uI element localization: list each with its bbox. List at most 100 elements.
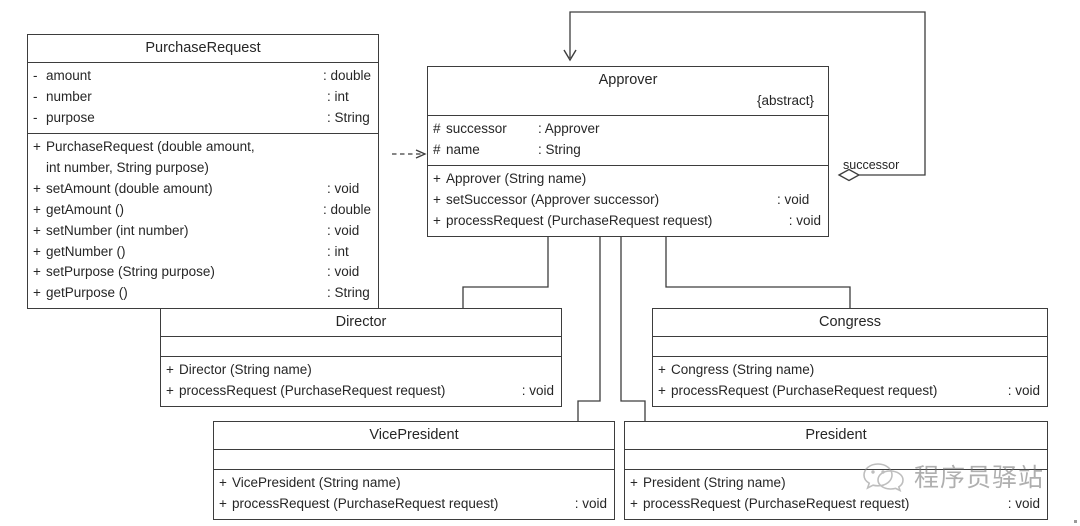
visibility-marker: # — [433, 141, 441, 157]
operation-row: + Congress (String name) — [653, 360, 1047, 381]
operation-row: + processRequest (PurchaseRequest reques… — [653, 381, 1047, 402]
class-box-purchase-request[interactable]: PurchaseRequest - amount double - number… — [27, 34, 379, 310]
attribute-type: String — [538, 140, 582, 161]
operation-signature: PurchaseRequest (double amount, — [46, 138, 255, 154]
operation-signature: processRequest (PurchaseRequest request) — [643, 496, 910, 512]
operations-compartment-purchase-request: + PurchaseRequest (double amount, int nu… — [28, 134, 378, 308]
corner-marker — [1074, 520, 1077, 523]
operation-return-type: void — [317, 262, 371, 283]
class-name-purchase-request: PurchaseRequest — [28, 35, 378, 64]
attribute-row: # successor Approver — [428, 119, 828, 140]
operation-row: + getPurpose () String — [28, 283, 378, 304]
attributes-compartment-president — [625, 450, 1047, 471]
class-name-vice-president: VicePresident — [214, 422, 614, 451]
visibility-marker: + — [219, 475, 227, 491]
class-box-president[interactable]: President + President (String name) + pr… — [624, 421, 1048, 520]
operation-return-type: String — [317, 283, 371, 304]
operation-return-type: void — [512, 381, 554, 402]
operation-return-type: void — [998, 381, 1040, 402]
attribute-row: - amount double — [28, 66, 378, 87]
visibility-marker: + — [33, 264, 41, 280]
visibility-marker: + — [33, 201, 41, 217]
attribute-name: amount — [46, 68, 92, 84]
operation-row: + VicePresident (String name) — [214, 473, 614, 494]
operation-return-type: int — [317, 242, 371, 263]
operation-row: + processRequest (PurchaseRequest reques… — [161, 381, 561, 402]
operation-row: + President (String name) — [625, 473, 1047, 494]
operation-signature: VicePresident (String name) — [232, 475, 401, 491]
attribute-name: successor — [446, 121, 507, 136]
operation-return-type: double — [313, 200, 371, 221]
visibility-marker: + — [166, 362, 174, 378]
operation-row: + setPurpose (String purpose) void — [28, 262, 378, 283]
operation-row: + getAmount () double — [28, 200, 378, 221]
class-box-director[interactable]: Director + Director (String name) + proc… — [160, 308, 562, 407]
visibility-marker: + — [33, 138, 41, 154]
operation-row: + getNumber () int — [28, 242, 378, 263]
operation-signature: President (String name) — [643, 475, 786, 491]
attribute-row: - purpose String — [28, 108, 378, 129]
visibility-marker: + — [433, 191, 441, 207]
operation-row: + setSuccessor (Approver successor) void — [428, 190, 828, 211]
class-box-vice-president[interactable]: VicePresident + VicePresident (String na… — [213, 421, 615, 520]
attribute-type: Approver — [538, 119, 600, 140]
visibility-marker: + — [33, 285, 41, 301]
attributes-compartment-congress — [653, 337, 1047, 358]
attribute-type: double — [313, 66, 371, 87]
visibility-marker: + — [658, 362, 666, 378]
operation-signature: processRequest (PurchaseRequest request) — [671, 383, 938, 399]
visibility-marker: + — [33, 222, 41, 238]
edge-generalization-president-approver — [612, 220, 646, 421]
operation-signature-continued: int number, String purpose) — [46, 159, 209, 175]
operation-signature: Approver (String name) — [446, 170, 587, 186]
operation-signature: setNumber (int number) — [46, 222, 189, 238]
operation-signature: Congress (String name) — [671, 362, 815, 378]
operation-signature: getNumber () — [46, 243, 126, 259]
attribute-name: purpose — [46, 109, 95, 125]
operation-row: + processRequest (PurchaseRequest reques… — [625, 494, 1047, 515]
operation-return-type: void — [565, 494, 607, 515]
uml-class-diagram: successor PurchaseRequest - amount doubl… — [0, 0, 1080, 526]
operation-signature: getPurpose () — [46, 285, 128, 301]
operation-return-type: void — [767, 190, 821, 211]
attributes-compartment-director — [161, 337, 561, 358]
visibility-marker: # — [433, 121, 441, 136]
visibility-marker: + — [33, 180, 41, 196]
class-name-congress: Congress — [653, 309, 1047, 338]
visibility-marker: - — [33, 68, 38, 84]
visibility-marker: + — [33, 243, 41, 259]
class-box-approver[interactable]: Approver {abstract} # successor Approver… — [427, 66, 829, 237]
class-stereotype-abstract: {abstract} — [756, 93, 814, 109]
attribute-name: name — [446, 141, 480, 157]
operation-signature: Director (String name) — [179, 362, 312, 378]
operations-compartment-president: + President (String name) + processReque… — [625, 470, 1047, 519]
operation-row-continuation: int number, String purpose) — [28, 158, 378, 179]
visibility-marker: + — [433, 212, 441, 228]
visibility-marker: + — [630, 475, 638, 491]
operations-compartment-approver: + Approver (String name) + setSuccessor … — [428, 166, 828, 236]
operation-return-type: void — [779, 211, 821, 232]
operation-return-type: void — [317, 179, 371, 200]
operation-row: + Director (String name) — [161, 360, 561, 381]
attribute-row: - number int — [28, 87, 378, 108]
attribute-row: # name String — [428, 140, 828, 161]
operation-row: + Approver (String name) — [428, 169, 828, 190]
operation-row: + processRequest (PurchaseRequest reques… — [214, 494, 614, 515]
visibility-marker: - — [33, 109, 38, 125]
operations-compartment-director: + Director (String name) + processReques… — [161, 357, 561, 406]
attribute-type: String — [317, 108, 371, 129]
attributes-compartment-vice-president — [214, 450, 614, 471]
operation-signature: processRequest (PurchaseRequest request) — [232, 496, 499, 512]
attribute-type: int — [317, 87, 371, 108]
visibility-marker: + — [658, 383, 666, 399]
operation-signature: processRequest (PurchaseRequest request) — [179, 383, 446, 399]
attributes-compartment-purchase-request: - amount double - number int - purpose S… — [28, 63, 378, 134]
operation-row: + setAmount (double amount) void — [28, 179, 378, 200]
class-name-president: President — [625, 422, 1047, 451]
edge-generalization-vicepresident-approver — [577, 220, 609, 421]
operation-signature: processRequest (PurchaseRequest request) — [446, 212, 713, 228]
class-box-congress[interactable]: Congress + Congress (String name) + proc… — [652, 308, 1048, 407]
operation-return-type: void — [998, 494, 1040, 515]
edge-label-successor: successor — [843, 158, 900, 172]
operation-signature: setSuccessor (Approver successor) — [446, 191, 660, 207]
